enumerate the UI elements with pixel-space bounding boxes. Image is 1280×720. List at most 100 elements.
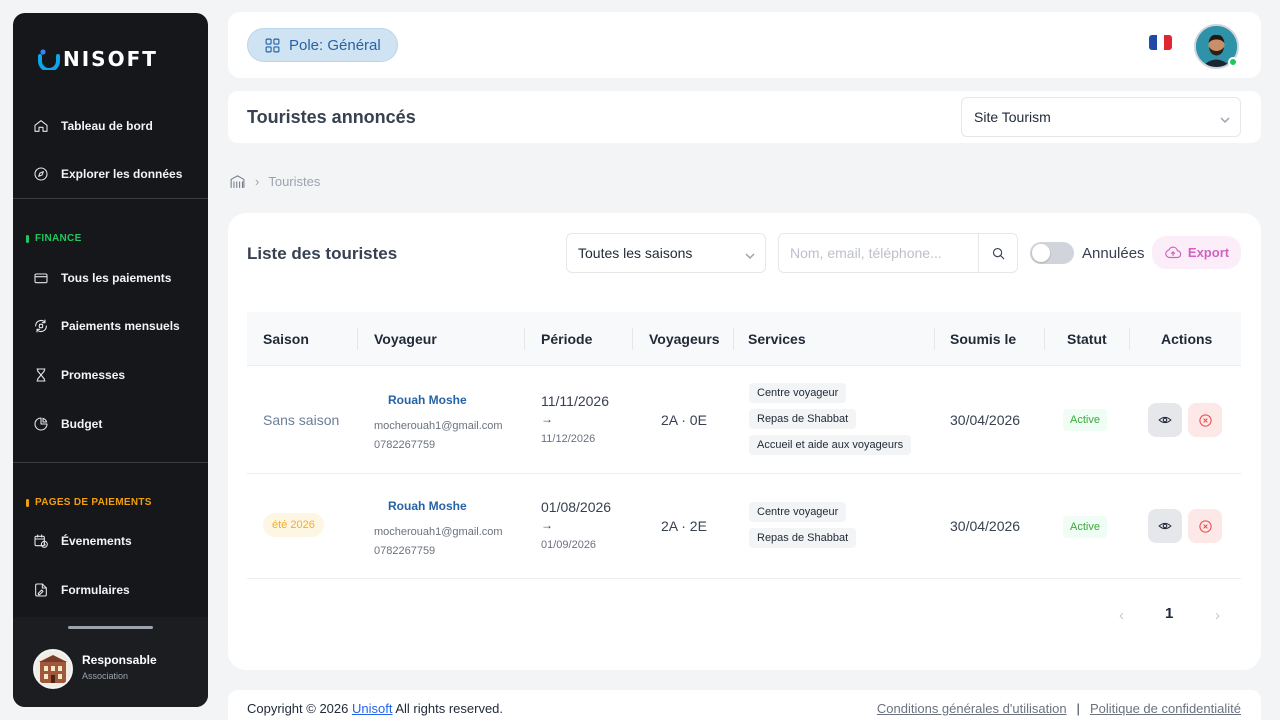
section-marker: [26, 234, 29, 243]
tourists-list-card: Liste des touristes Toutes les saisons A…: [228, 213, 1261, 670]
user-role: Association: [82, 671, 129, 681]
unisoft-link[interactable]: Unisoft: [352, 701, 392, 716]
submitted-date: 30/04/2026: [950, 518, 1021, 534]
cancel-button[interactable]: [1188, 509, 1222, 543]
chevron-down-icon: [1220, 112, 1230, 124]
traveler-email: mocherouah1@gmail.com: [374, 526, 503, 538]
column-header-voyageurs[interactable]: Voyageurs: [649, 312, 720, 366]
copyright: Copyright © 2026 Unisoft All rights rese…: [247, 701, 503, 716]
search-button[interactable]: [978, 233, 1018, 273]
copyright-suffix: All rights reserved.: [395, 701, 504, 716]
season-filter-select[interactable]: Toutes les saisons: [566, 233, 766, 273]
sidebar-item-label: Tous les paiements: [61, 271, 172, 285]
brand-name: NISOFT: [63, 47, 158, 71]
cancelled-toggle[interactable]: [1030, 242, 1074, 264]
column-header-services[interactable]: Services: [748, 312, 806, 366]
online-status-dot: [1228, 57, 1238, 67]
site-select[interactable]: Site Tourism: [961, 97, 1241, 137]
sidebar-item-forms[interactable]: Formulaires: [13, 572, 208, 608]
travelers-count: 2A · 0E: [661, 412, 707, 428]
status-badge: Active: [1063, 516, 1107, 538]
pole-selector-button[interactable]: Pole: Général: [247, 28, 398, 62]
privacy-link[interactable]: Politique de confidentialité: [1090, 701, 1241, 716]
column-header-periode[interactable]: Période: [541, 312, 592, 366]
brand-logo[interactable]: NISOFT: [38, 45, 158, 73]
association-avatar: [33, 649, 73, 689]
status-badge: Active: [1063, 409, 1107, 431]
service-chip: Repas de Shabbat: [749, 409, 857, 429]
credit-card-icon: [34, 273, 48, 284]
service-chip: Accueil et aide aux voyageurs: [749, 435, 912, 455]
traveler-name-link[interactable]: Rouah Moshe: [388, 393, 467, 407]
fr-flag-icon[interactable]: [1149, 35, 1172, 50]
sidebar-item-budget[interactable]: Budget: [13, 406, 208, 442]
column-header-statut[interactable]: Statut: [1067, 312, 1107, 366]
site-select-value: Site Tourism: [974, 109, 1051, 125]
calendar-clock-icon: [34, 534, 48, 548]
terms-link[interactable]: Conditions générales d'utilisation: [877, 701, 1067, 716]
hourglass-icon: [36, 368, 46, 382]
section-finance: FINANCE: [26, 233, 82, 244]
list-title: Liste des touristes: [247, 244, 398, 263]
footer: Copyright © 2026 Unisoft All rights rese…: [228, 690, 1261, 720]
sidebar-item-label: Formulaires: [61, 583, 130, 597]
breadcrumb-current: Touristes: [268, 174, 321, 189]
column-divider: [357, 328, 358, 350]
home-icon: [34, 120, 48, 132]
export-button[interactable]: Export: [1152, 236, 1241, 269]
sidebar-item-pledges[interactable]: Promesses: [13, 357, 208, 393]
toggle-knob: [1032, 244, 1050, 262]
traveler-email: mocherouah1@gmail.com: [374, 420, 503, 432]
sidebar-item-label: Paiements mensuels: [61, 319, 180, 333]
footer-links: Conditions générales d'utilisation | Pol…: [877, 701, 1241, 716]
eye-icon: [1158, 416, 1172, 424]
sidebar-item-label: Promesses: [61, 368, 126, 382]
previous-page-button[interactable]: ‹: [1119, 607, 1124, 624]
column-divider: [934, 328, 935, 350]
chevron-down-icon: [745, 248, 755, 260]
pie-chart-icon: [34, 417, 48, 431]
row-divider: [247, 578, 1241, 579]
breadcrumb-separator: ›: [255, 174, 260, 189]
service-chip: Centre voyageur: [749, 502, 847, 522]
period-start: 11/11/2026: [541, 393, 609, 409]
travelers-count: 2A · 2E: [661, 518, 707, 534]
season-filter-value: Toutes les saisons: [578, 245, 693, 261]
sidebar-item-dashboard[interactable]: Tableau de bord: [13, 108, 208, 144]
breadcrumb: › Touristes: [229, 173, 320, 190]
service-chip: Centre voyageur: [749, 383, 847, 403]
cancel-button[interactable]: [1188, 403, 1222, 437]
view-button[interactable]: [1148, 403, 1182, 437]
compass-icon: [34, 167, 48, 181]
cancelled-toggle-label: Annulées: [1082, 245, 1145, 262]
traveler-name-link[interactable]: Rouah Moshe: [388, 499, 467, 513]
column-header-saison[interactable]: Saison: [263, 312, 309, 366]
next-page-button[interactable]: ›: [1215, 607, 1220, 624]
view-button[interactable]: [1148, 509, 1182, 543]
column-divider: [1129, 328, 1130, 350]
period-end: 11/12/2026: [541, 433, 596, 445]
column-divider: [733, 328, 734, 350]
column-header-voyageur[interactable]: Voyageur: [374, 312, 437, 366]
row-divider: [247, 473, 1241, 474]
column-header-soumis[interactable]: Soumis le: [950, 312, 1016, 366]
page-number-current[interactable]: 1: [1165, 605, 1173, 622]
sidebar-item-label: Tableau de bord: [61, 119, 153, 133]
cloud-upload-icon: [1165, 246, 1182, 258]
sidebar-item-monthly-payments[interactable]: Paiements mensuels: [13, 308, 208, 344]
scroll-indicator[interactable]: [68, 626, 153, 629]
season-badge: été 2026: [263, 513, 324, 537]
season-value: Sans saison: [263, 412, 340, 428]
building-icon[interactable]: [229, 173, 246, 190]
sidebar-item-all-payments[interactable]: Tous les paiements: [13, 260, 208, 296]
page-title: Touristes annoncés: [247, 107, 416, 127]
sidebar-item-explore[interactable]: Explorer les données: [13, 156, 208, 192]
period-arrow: →: [541, 412, 553, 426]
user-name: Responsable: [82, 653, 157, 667]
sidebar-divider: [13, 462, 208, 463]
form-icon: [35, 583, 47, 597]
column-divider: [524, 328, 525, 350]
season-badge-label: été 2026: [263, 513, 324, 537]
sidebar-item-label: Explorer les données: [61, 167, 183, 181]
sidebar-item-events[interactable]: Évenements: [13, 523, 208, 559]
